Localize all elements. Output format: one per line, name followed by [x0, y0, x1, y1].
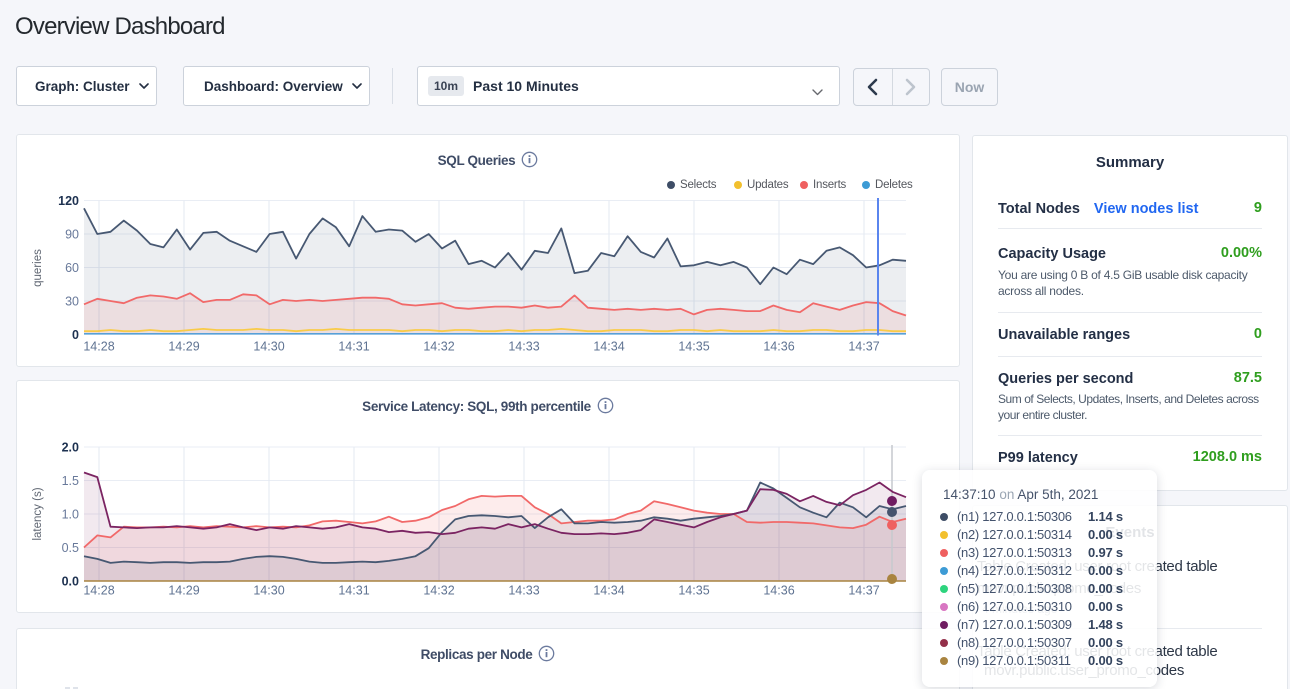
svg-text:14:33: 14:33: [508, 584, 539, 598]
svg-text:14:35: 14:35: [678, 340, 709, 354]
svg-text:queries: queries: [32, 249, 44, 287]
svg-text:14:29: 14:29: [168, 584, 199, 598]
svg-text:60: 60: [65, 261, 79, 275]
svg-text:14:33: 14:33: [508, 340, 539, 354]
svg-text:14:36: 14:36: [763, 584, 794, 598]
svg-text:14:28: 14:28: [83, 340, 114, 354]
svg-text:30: 30: [65, 295, 79, 309]
svg-text:14:31: 14:31: [338, 584, 369, 598]
svg-text:0.0: 0.0: [62, 575, 79, 589]
svg-text:14:32: 14:32: [423, 584, 454, 598]
svg-text:1.5: 1.5: [62, 474, 79, 488]
svg-text:14:37: 14:37: [848, 584, 879, 598]
svg-text:14:37: 14:37: [848, 340, 879, 354]
svg-text:120: 120: [58, 194, 79, 208]
svg-text:14:32: 14:32: [423, 340, 454, 354]
svg-text:14:30: 14:30: [253, 584, 284, 598]
svg-text:14:34: 14:34: [593, 584, 624, 598]
svg-text:2.0: 2.0: [62, 441, 79, 455]
svg-text:14:29: 14:29: [168, 340, 199, 354]
svg-text:14:34: 14:34: [593, 340, 624, 354]
svg-text:latency (s): latency (s): [32, 487, 44, 540]
svg-text:14:35: 14:35: [678, 584, 709, 598]
svg-text:0.5: 0.5: [62, 541, 79, 555]
svg-text:14:30: 14:30: [253, 340, 284, 354]
svg-text:14:31: 14:31: [338, 340, 369, 354]
svg-text:14:36: 14:36: [763, 340, 794, 354]
svg-text:0: 0: [72, 328, 79, 342]
svg-text:1.0: 1.0: [62, 508, 79, 522]
svg-text:14:28: 14:28: [83, 584, 114, 598]
svg-text:90: 90: [65, 228, 79, 242]
